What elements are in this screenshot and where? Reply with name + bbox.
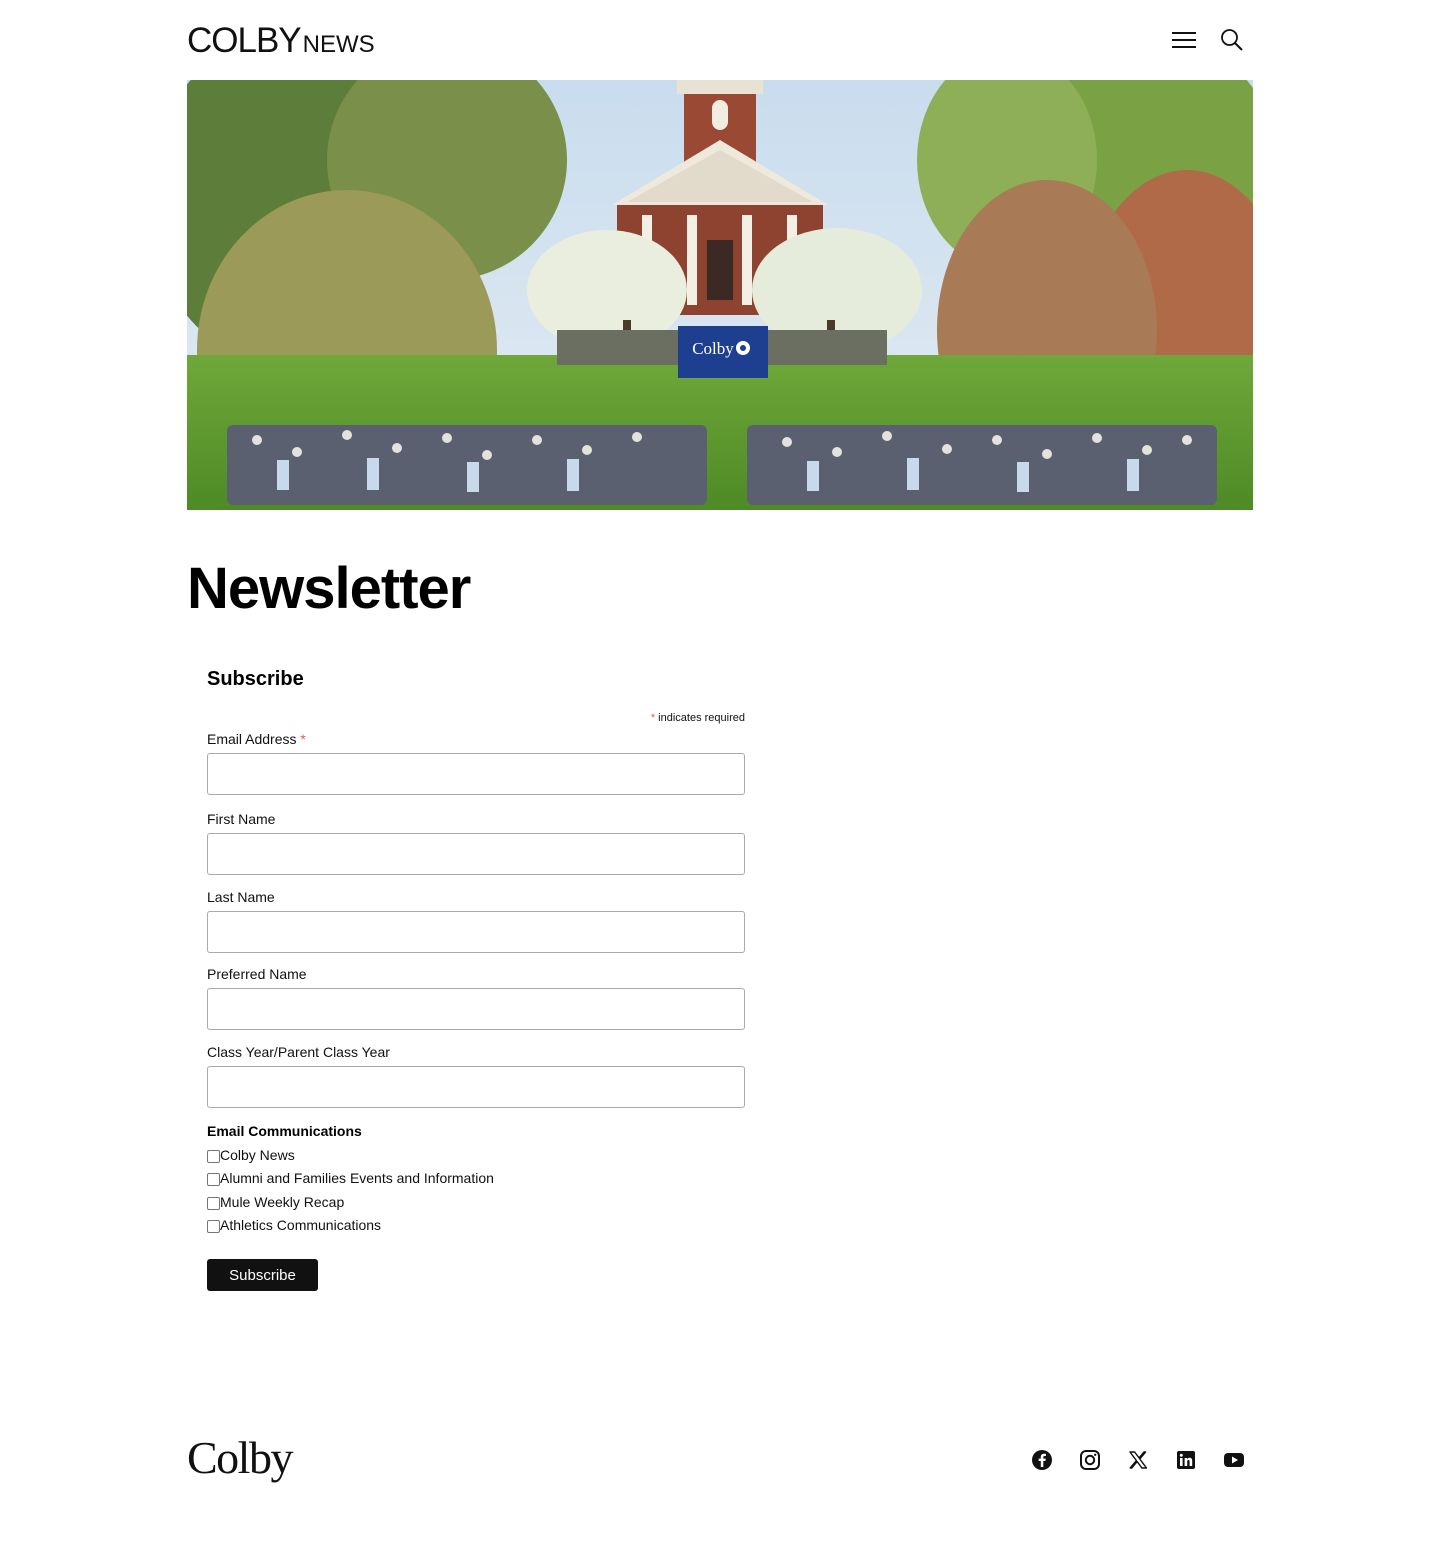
instagram-icon[interactable] [1079,1448,1101,1472]
email-communications-label: Email Communications [207,1123,362,1139]
last-name-field-group: Last Name [207,888,745,953]
first-name-field-group: First Name [207,810,745,875]
athletics-option-label[interactable]: Athletics Communications [220,1217,381,1233]
colby-news-checkbox[interactable] [207,1149,220,1163]
first-name-label: First Name [207,811,276,827]
email-field-group: Email Address * [207,730,745,795]
facebook-icon[interactable] [1031,1448,1053,1472]
hero-banner-text: Colby [692,339,734,358]
hamburger-menu-icon[interactable] [1171,26,1197,54]
colby-news-option-label[interactable]: Colby News [220,1147,295,1163]
colby-news-logo[interactable]: COLBY NEWS [187,22,375,64]
hero-image: Colby [187,80,1253,510]
first-name-field[interactable] [207,833,745,875]
page-title: Newsletter [187,556,471,621]
preferred-name-field[interactable] [207,988,745,1030]
last-name-label: Last Name [207,889,275,905]
required-note: * indicates required [651,712,745,724]
form-heading: Subscribe [207,668,304,690]
subscribe-form: Subscribe * indicates required Email Add… [207,666,745,1291]
site-header: COLBY NEWS [187,22,1253,62]
mule-weekly-recap-checkbox[interactable] [207,1196,220,1210]
class-year-field[interactable] [207,1066,745,1108]
logo-main-text: COLBY [187,21,302,60]
last-name-field[interactable] [207,911,745,953]
preferred-name-field-group: Preferred Name [207,965,745,1030]
mule-weekly-recap-option-label[interactable]: Mule Weekly Recap [220,1194,344,1210]
logo-sub-text: NEWS [302,31,375,58]
required-note-text: indicates required [658,712,745,724]
header-actions [1171,26,1245,54]
option-alumni-families[interactable]: Alumni and Families Events and Informati… [207,1170,494,1186]
email-field-label: Email Address * [207,730,745,748]
option-athletics[interactable]: Athletics Communications [207,1217,381,1233]
email-required-asterisk: * [300,731,306,747]
footer-colby-logo[interactable]: Colby [187,1430,293,1486]
subscribe-button[interactable]: Subscribe [207,1259,318,1291]
linkedin-icon[interactable] [1175,1448,1197,1472]
option-mule-weekly-recap[interactable]: Mule Weekly Recap [207,1194,344,1210]
alumni-families-checkbox[interactable] [207,1172,220,1186]
preferred-name-label: Preferred Name [207,966,307,982]
social-links [1031,1448,1245,1472]
athletics-checkbox[interactable] [207,1219,220,1233]
email-field[interactable] [207,753,745,795]
search-icon[interactable] [1219,26,1245,54]
required-asterisk: * [650,712,656,724]
email-label-text: Email Address [207,731,297,747]
class-year-label: Class Year/Parent Class Year [207,1044,390,1060]
option-colby-news[interactable]: Colby News [207,1147,295,1163]
youtube-icon[interactable] [1223,1448,1245,1472]
x-icon[interactable] [1127,1448,1149,1472]
alumni-families-option-label[interactable]: Alumni and Families Events and Informati… [220,1170,494,1186]
class-year-field-group: Class Year/Parent Class Year [207,1043,745,1108]
